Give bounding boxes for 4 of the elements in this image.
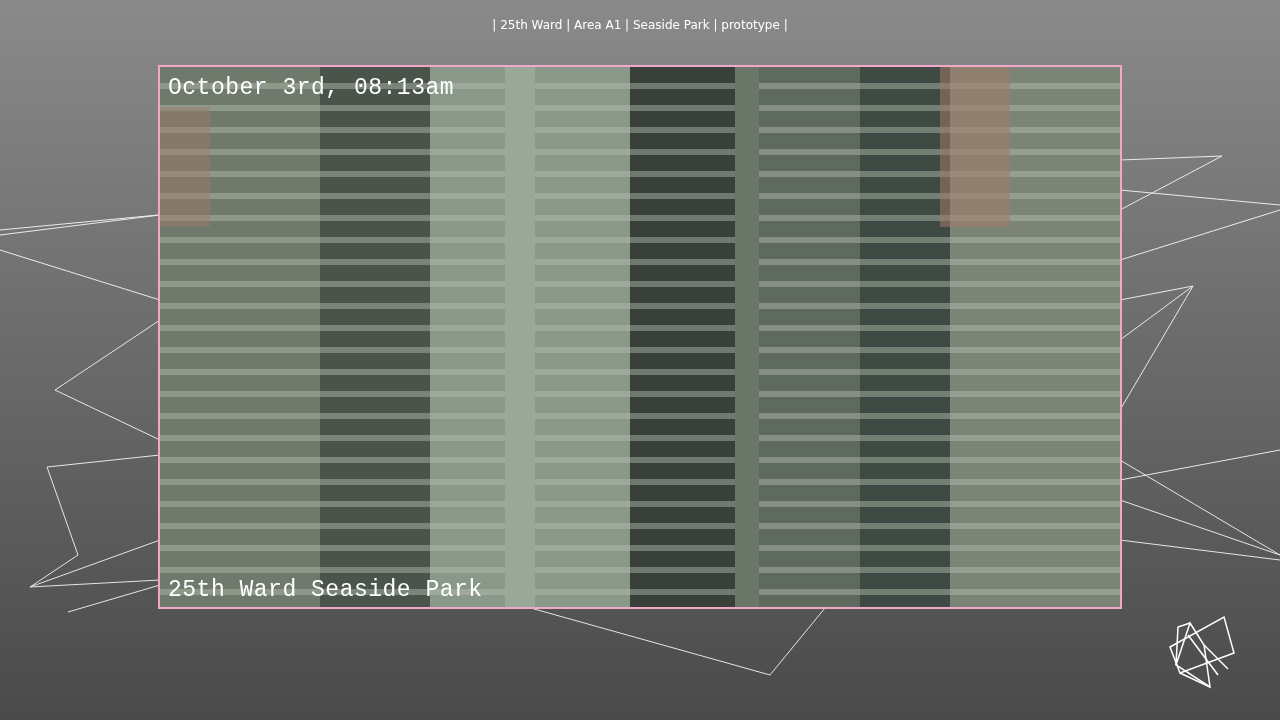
location-caption: 25th Ward Seaside Park (168, 577, 483, 603)
timestamp-caption: October 3rd, 08:13am (168, 75, 455, 101)
breadcrumb-title: | 25th Ward | Area A1 | Seaside Park | prototype | (492, 17, 788, 33)
wireframe-logo-icon (1168, 615, 1238, 689)
